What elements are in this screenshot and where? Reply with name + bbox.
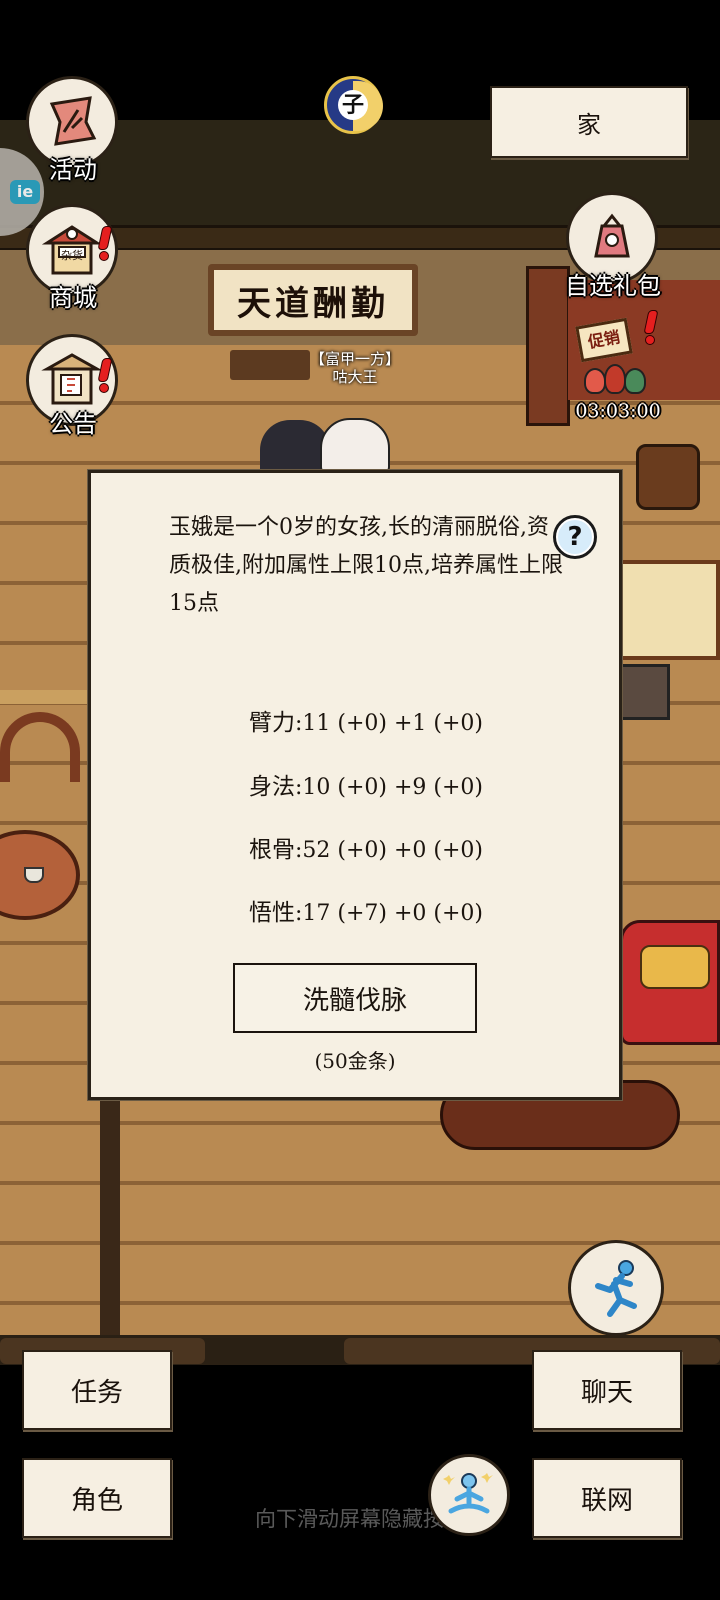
meditation-icon xyxy=(443,1473,493,1514)
stat-row: 根骨:52 (+0) +0 (+0) xyxy=(249,830,483,864)
shop-sign: 杂货 xyxy=(61,249,83,262)
activity-label: 活动 xyxy=(49,156,97,184)
wooden-post xyxy=(100,1100,120,1340)
character-description: 玉娥是一个0岁的女孩,长的清丽脱俗,资质极佳,附加属性上限10点,培养属性上限1… xyxy=(169,515,563,616)
stat-value: :10 (+0) +9 (+0) xyxy=(295,775,484,800)
npc-nameplate[interactable]: 【富甲一方】 咕大王 xyxy=(300,350,410,386)
stat-row: 悟性:17 (+7) +0 (+0) xyxy=(249,893,483,927)
notice-alert-icon xyxy=(98,358,110,393)
marrow-wash-cost: (50金条) xyxy=(314,1049,396,1073)
chair xyxy=(0,712,80,782)
stat-value: :17 (+7) +0 (+0) xyxy=(295,901,484,926)
notice-board-icon xyxy=(41,353,103,405)
home-button[interactable]: 家 xyxy=(490,86,688,158)
task-button[interactable]: 任务 xyxy=(22,1350,172,1430)
plaque-text: 天道酬勤 xyxy=(214,270,412,330)
promo-sign: 促销 xyxy=(575,317,633,363)
npc-name: 咕大王 xyxy=(332,368,378,386)
chat-button[interactable]: 聊天 xyxy=(532,1350,682,1430)
promo-timer: 03:03:00 xyxy=(575,400,661,422)
running-figure-icon xyxy=(595,1260,637,1317)
tea-cup xyxy=(24,867,44,883)
meditate-button[interactable] xyxy=(428,1454,510,1536)
marrow-wash-button[interactable]: 洗髓伐脉 xyxy=(233,963,477,1033)
shop-label: 商城 xyxy=(49,284,97,312)
time-indicator[interactable]: 子 xyxy=(324,76,383,134)
stat-value: :52 (+0) +0 (+0) xyxy=(295,838,484,863)
gift-pack-label: 自选礼包 xyxy=(565,272,661,300)
notice-label: 公告 xyxy=(49,410,97,438)
help-button[interactable]: ? xyxy=(553,515,597,559)
gift-bag-icon xyxy=(594,213,630,258)
desk xyxy=(230,350,310,380)
stat-value: :11 (+0) +1 (+0) xyxy=(295,711,484,736)
stat-name: 臂力 xyxy=(249,710,295,736)
barrel xyxy=(636,444,700,510)
npc-title: 【富甲一方】 xyxy=(309,350,400,368)
promo-button[interactable]: 促销 xyxy=(574,317,646,396)
plaque: 天道酬勤 xyxy=(208,264,418,336)
shop-alert-icon xyxy=(98,226,110,261)
character-girl[interactable] xyxy=(320,418,390,475)
promo-alert-icon xyxy=(644,310,656,345)
stat-name: 根骨 xyxy=(249,837,295,863)
question-icon: ? xyxy=(558,520,592,554)
stat-row: 身法:10 (+0) +9 (+0) xyxy=(249,767,483,801)
flag-icon xyxy=(49,96,97,146)
cushion xyxy=(640,945,710,989)
money-bags-icon xyxy=(584,360,646,394)
time-glyph: 子 xyxy=(338,90,368,120)
stat-name: 悟性 xyxy=(249,900,295,926)
stat-row: 臂力:11 (+0) +1 (+0) xyxy=(249,703,483,737)
character-info-dialog[interactable]: 玉娥是一个0岁的女孩,长的清丽脱俗,资质极佳,附加属性上限10点,培养属性上限1… xyxy=(88,470,622,1100)
stat-name: 身法 xyxy=(249,774,295,800)
hide-buttons-hint: 向下滑动屏幕隐藏按钮 xyxy=(255,1507,465,1531)
chest xyxy=(616,664,670,720)
shelf xyxy=(0,690,90,704)
folding-screen xyxy=(618,560,720,660)
run-button[interactable] xyxy=(568,1240,664,1336)
